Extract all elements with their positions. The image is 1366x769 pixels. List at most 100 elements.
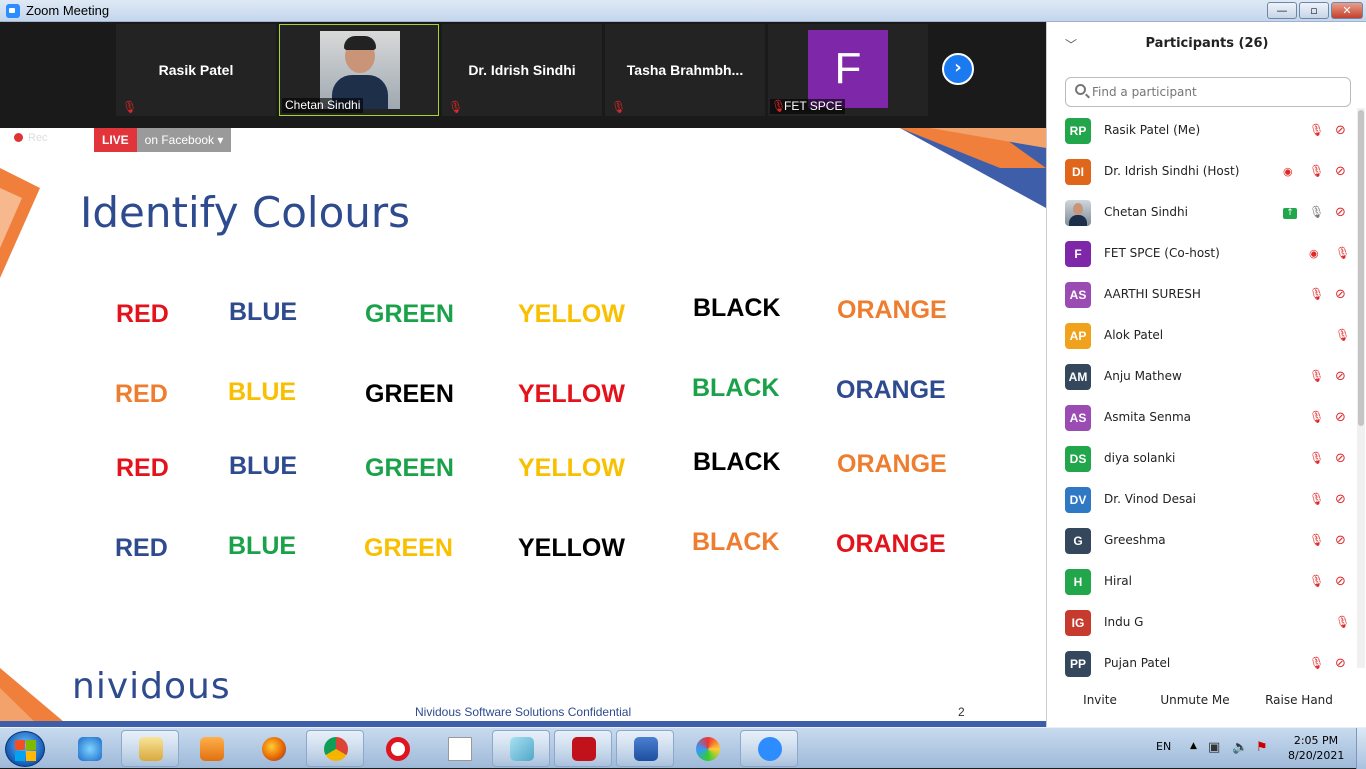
mic-muted-icon[interactable]: 🎙: [1309, 410, 1324, 424]
tile-name: FET SPCE: [784, 99, 843, 113]
taskbar-opera[interactable]: [368, 730, 426, 767]
video-off-icon[interactable]: ⊘: [1335, 287, 1346, 302]
video-off-icon[interactable]: ⊘: [1335, 410, 1346, 425]
video-tile-rasik[interactable]: Rasik Patel 🎙: [116, 24, 276, 116]
screen-share-icon[interactable]: ↑: [1283, 208, 1297, 219]
video-off-icon[interactable]: ⊘: [1335, 574, 1346, 589]
next-page-icon[interactable]: ›: [942, 53, 974, 85]
colour-word: BLACK: [693, 294, 781, 322]
volume-icon[interactable]: 🔈: [1232, 740, 1248, 755]
action-center-icon[interactable]: ⚑: [1256, 740, 1268, 755]
participant-row[interactable]: RP Rasik Patel (Me) ⊘ 🎙: [1047, 110, 1357, 151]
mic-muted-icon: 🎙: [448, 100, 464, 114]
clock[interactable]: 2:05 PM 8/20/2021: [1288, 733, 1344, 763]
participant-name: Pujan Patel: [1104, 656, 1171, 670]
mic-muted-icon[interactable]: 🎙: [1309, 533, 1324, 547]
maximize-button[interactable]: ▫: [1299, 2, 1329, 19]
mic-muted-icon[interactable]: 🎙: [1309, 656, 1324, 670]
video-off-icon[interactable]: ⊘: [1335, 533, 1346, 548]
avatar: AP: [1065, 323, 1091, 349]
show-hidden-icons[interactable]: ▲: [1190, 741, 1197, 751]
recording-icon[interactable]: ◉: [1283, 165, 1293, 178]
video-off-icon[interactable]: ⊘: [1335, 492, 1346, 507]
participant-row[interactable]: DI Dr. Idrish Sindhi (Host) ⊘ 🎙 ◉: [1047, 151, 1357, 192]
colour-word: BLUE: [228, 532, 297, 560]
mic-muted-icon[interactable]: 🎙: [1335, 615, 1350, 629]
live-stream-badge[interactable]: LIVE on Facebook ▾: [94, 128, 232, 152]
window-titlebar: Zoom Meeting — ▫ ✕: [0, 0, 1366, 22]
raise-hand-button[interactable]: Raise Hand: [1263, 689, 1335, 713]
taskbar-app[interactable]: [492, 730, 550, 767]
taskbar-chrome[interactable]: [306, 730, 364, 767]
mic-muted-icon[interactable]: 🎙: [1335, 246, 1350, 260]
colour-word: RED: [116, 454, 169, 482]
minimize-button[interactable]: —: [1267, 2, 1297, 19]
taskbar-media[interactable]: [182, 730, 240, 767]
panel-header: ﹀ Participants (26): [1047, 22, 1366, 66]
participant-row[interactable]: IG Indu G 🎙: [1047, 602, 1357, 643]
participant-row[interactable]: DV Dr. Vinod Desai ⊘ 🎙: [1047, 479, 1357, 520]
mic-muted-icon[interactable]: 🎙: [1309, 492, 1324, 506]
participant-row[interactable]: G Greeshma ⊘ 🎙: [1047, 520, 1357, 561]
unmute-me-button[interactable]: Unmute Me: [1155, 689, 1235, 713]
avatar: RP: [1065, 118, 1091, 144]
recording-indicator[interactable]: Rec: [14, 132, 48, 144]
video-tile-idrish[interactable]: Dr. Idrish Sindhi 🎙: [442, 24, 602, 116]
word-icon: [634, 737, 658, 761]
network-icon[interactable]: ▣: [1208, 740, 1220, 755]
mic-muted-icon[interactable]: 🎙: [1309, 369, 1324, 383]
mic-muted-icon[interactable]: 🎙: [1309, 123, 1324, 137]
mic-muted-icon[interactable]: 🎙: [1309, 164, 1324, 178]
colour-word: BLUE: [229, 298, 298, 326]
taskbar-zoom[interactable]: [740, 730, 798, 767]
scroll-thumb[interactable]: [1358, 110, 1364, 426]
participant-row[interactable]: DS diya solanki ⊘ 🎙: [1047, 438, 1357, 479]
video-off-icon[interactable]: ⊘: [1335, 164, 1346, 179]
language-indicator[interactable]: EN: [1156, 740, 1171, 753]
mic-muted-icon: 🎙: [122, 100, 138, 114]
taskbar-word[interactable]: [616, 730, 674, 767]
taskbar-ie[interactable]: [60, 730, 118, 767]
close-button[interactable]: ✕: [1331, 2, 1363, 19]
taskbar-explorer[interactable]: [121, 730, 179, 767]
recording-icon[interactable]: ◉: [1309, 247, 1319, 260]
participant-name: Indu G: [1104, 615, 1144, 629]
colour-word: GREEN: [365, 454, 454, 482]
participant-row[interactable]: Chetan Sindhi ⊘ 🎙 ↑: [1047, 192, 1357, 233]
avatar: [1065, 200, 1091, 226]
participant-row[interactable]: AS Asmita Senma ⊘ 🎙: [1047, 397, 1357, 438]
colour-word: YELLOW: [518, 534, 625, 562]
participant-search-input[interactable]: [1065, 77, 1351, 107]
participant-row[interactable]: AP Alok Patel 🎙: [1047, 315, 1357, 356]
participant-row[interactable]: F FET SPCE (Co-host) 🎙 ◉: [1047, 233, 1357, 274]
participant-name: Rasik Patel (Me): [1104, 123, 1201, 137]
video-off-icon[interactable]: ⊘: [1335, 205, 1346, 220]
start-button[interactable]: [5, 731, 45, 767]
participant-scrollbar[interactable]: [1357, 108, 1365, 668]
taskbar-paint[interactable]: [678, 730, 736, 767]
taskbar-notepad[interactable]: [430, 730, 488, 767]
live-platform-dropdown[interactable]: on Facebook ▾: [136, 128, 232, 152]
video-off-icon[interactable]: ⊘: [1335, 451, 1346, 466]
participant-row[interactable]: AM Anju Mathew ⊘ 🎙: [1047, 356, 1357, 397]
mic-muted-icon[interactable]: 🎙: [1309, 574, 1324, 588]
video-tile-tasha[interactable]: Tasha Brahmbh... 🎙: [605, 24, 765, 116]
video-off-icon[interactable]: ⊘: [1335, 656, 1346, 671]
video-off-icon[interactable]: ⊘: [1335, 369, 1346, 384]
show-desktop-button[interactable]: [1356, 728, 1366, 769]
mic-on-icon[interactable]: 🎙: [1309, 205, 1324, 219]
participant-row[interactable]: PP Pujan Patel ⊘ 🎙: [1047, 643, 1357, 684]
mic-muted-icon[interactable]: 🎙: [1335, 328, 1350, 342]
taskbar-acrobat[interactable]: [554, 730, 612, 767]
avatar: G: [1065, 528, 1091, 554]
taskbar-firefox[interactable]: [244, 730, 302, 767]
invite-button[interactable]: Invite: [1077, 689, 1123, 713]
mic-muted-icon[interactable]: 🎙: [1309, 451, 1324, 465]
video-tile-fet[interactable]: F 🎙 FET SPCE: [768, 24, 928, 116]
mic-muted-icon[interactable]: 🎙: [1309, 287, 1324, 301]
video-tile-chetan[interactable]: Chetan Sindhi: [279, 24, 439, 116]
participant-row[interactable]: AS AARTHI SURESH ⊘ 🎙: [1047, 274, 1357, 315]
paint-icon: [696, 737, 720, 761]
participant-row[interactable]: H Hiral ⊘ 🎙: [1047, 561, 1357, 602]
video-off-icon[interactable]: ⊘: [1335, 123, 1346, 138]
